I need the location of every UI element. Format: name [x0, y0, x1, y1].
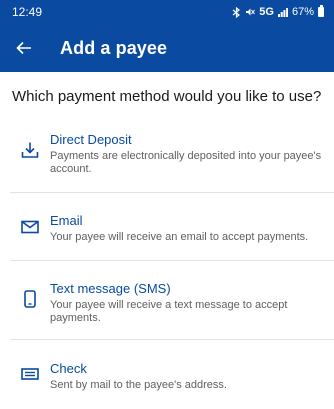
app-bar: Add a payee: [0, 24, 334, 72]
option-description: Your payee will receive an email to acce…: [50, 231, 309, 243]
back-button[interactable]: [0, 24, 44, 72]
check-icon: [21, 368, 39, 380]
question-heading: Which payment method would you like to u…: [12, 88, 322, 105]
bluetooth-icon: [232, 6, 241, 18]
option-title: Text message (SMS): [50, 281, 171, 296]
option-description: Payments are electronically deposited in…: [50, 150, 322, 175]
option-title: Check: [50, 361, 87, 376]
status-time: 12:49: [12, 5, 43, 19]
phone-icon: [24, 290, 36, 308]
option-title: Direct Deposit: [50, 132, 132, 147]
status-icons: 5G 67%: [232, 5, 324, 18]
option-title: Email: [50, 213, 83, 228]
status-bar: 12:49 5G 67%: [0, 0, 334, 24]
option-description: Sent by mail to the payee's address.: [50, 379, 227, 391]
mute-icon: [246, 8, 256, 16]
option-direct-deposit[interactable]: Direct Deposit Payments are electronical…: [10, 118, 334, 193]
payment-method-list: Direct Deposit Payments are electronical…: [0, 118, 334, 400]
option-description: Your payee will receive a text message t…: [50, 299, 288, 324]
option-email[interactable]: Email Your payee will receive an email t…: [10, 193, 334, 261]
option-text-message[interactable]: Text message (SMS) Your payee will recei…: [10, 261, 334, 340]
battery-level: 67%: [291, 6, 314, 18]
network-label: 5G: [259, 6, 274, 18]
envelope-icon: [21, 220, 39, 234]
battery-icon: [318, 5, 324, 17]
download-icon: [21, 142, 39, 158]
arrow-left-icon: [16, 41, 31, 55]
option-check[interactable]: Check Sent by mail to the payee's addres…: [10, 340, 334, 400]
page-title: Add a payee: [60, 37, 168, 58]
signal-icon: [277, 8, 288, 17]
